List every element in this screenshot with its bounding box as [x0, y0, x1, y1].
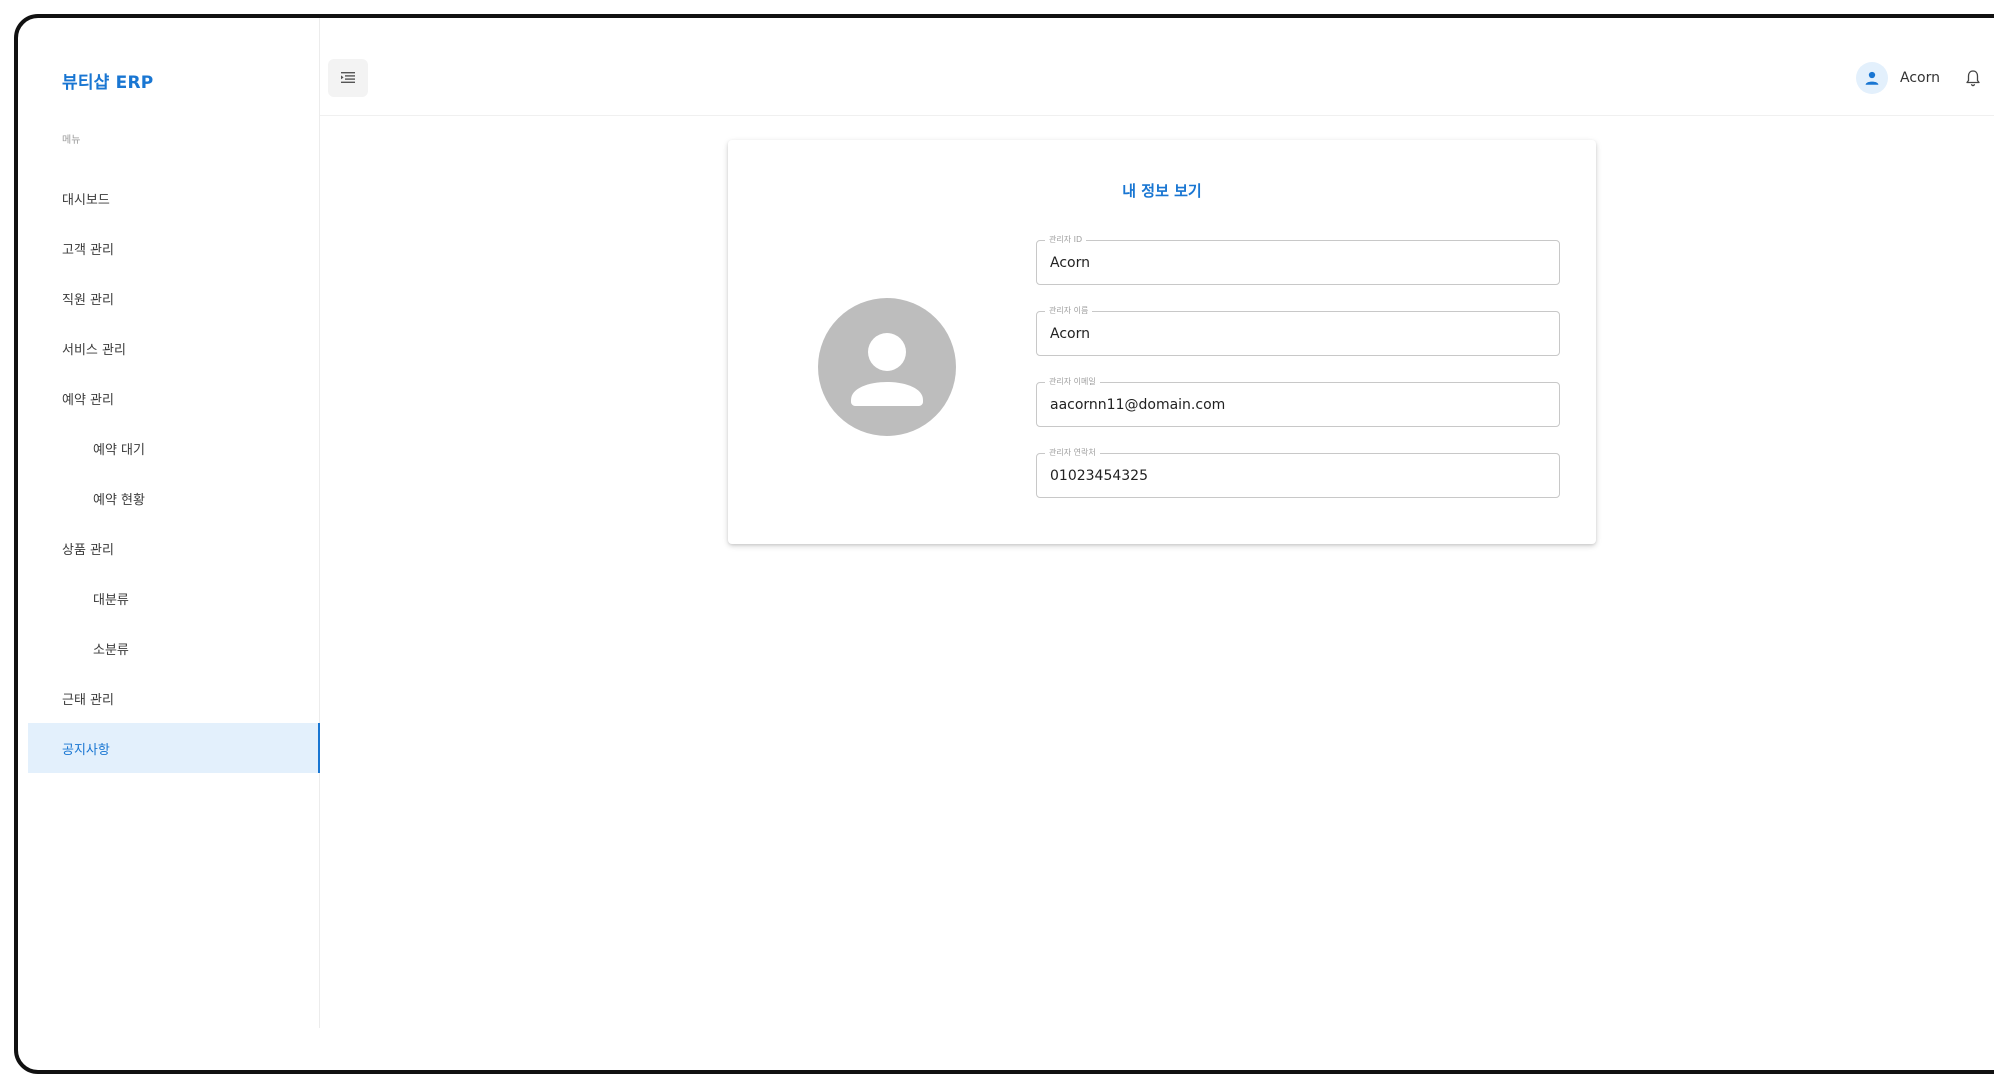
user-icon [851, 333, 923, 406]
sidebar-item-dashboard[interactable]: 대시보드 [28, 173, 320, 223]
notification-button[interactable] [1962, 67, 1984, 89]
sidebar-item-label: 대분류 [93, 592, 129, 608]
admin-phone-value: 01023454325 [1050, 467, 1148, 484]
sidebar-item-reservations[interactable]: 예약 관리 [28, 373, 320, 423]
admin-email-field[interactable]: 관리자 이메일 aacornn11@domain.com [1036, 376, 1560, 427]
sidebar-item-customers[interactable]: 고객 관리 [28, 223, 320, 273]
sidebar-item-notices[interactable]: 공지사항 [28, 723, 320, 773]
sidebar-item-label: 상품 관리 [62, 542, 114, 558]
sidebar-item-attendance[interactable]: 근태 관리 [28, 673, 320, 723]
sidebar-subitem-reservation-waiting[interactable]: 예약 대기 [28, 423, 320, 473]
sidebar-item-products[interactable]: 상품 관리 [28, 523, 320, 573]
top-header: Acorn [320, 18, 1994, 116]
menu-caption: 메뉴 [62, 135, 81, 146]
bell-icon [1966, 70, 1980, 87]
sidebar-item-services[interactable]: 서비스 관리 [28, 323, 320, 373]
user-name: Acorn [1900, 70, 1940, 86]
sidebar-subitem-reservation-status[interactable]: 예약 현황 [28, 473, 320, 523]
admin-id-value: Acorn [1050, 254, 1090, 271]
admin-phone-field[interactable]: 관리자 연락처 01023454325 [1036, 447, 1560, 498]
sidebar-item-label: 예약 현황 [93, 492, 145, 508]
profile-card: 내 정보 보기 관리자 ID Acorn 관리자 이름 Acorn 관리자 이메… [728, 140, 1596, 544]
sidebar-item-label: 직원 관리 [62, 292, 114, 308]
brand-logo-text[interactable]: 뷰티샵 ERP [62, 68, 153, 93]
page-title: 내 정보 보기 [1122, 182, 1202, 200]
sidebar-item-label: 공지사항 [62, 742, 110, 758]
sidebar-item-label: 근태 관리 [62, 692, 114, 708]
sidebar-subitem-major-category[interactable]: 대분류 [28, 573, 320, 623]
menu-fold-icon [341, 72, 355, 83]
admin-name-field[interactable]: 관리자 이름 Acorn [1036, 305, 1560, 356]
user-icon [1865, 71, 1879, 85]
sidebar-subitem-minor-category[interactable]: 소분류 [28, 623, 320, 673]
admin-name-value: Acorn [1050, 325, 1090, 342]
user-menu[interactable]: Acorn [1856, 62, 1940, 94]
sidebar-nav: 대시보드 고객 관리 직원 관리 서비스 관리 예약 관리 예약 대기 예약 현… [28, 173, 320, 773]
sidebar-item-label: 예약 대기 [93, 442, 145, 458]
admin-email-value: aacornn11@domain.com [1050, 396, 1226, 413]
sidebar-item-label: 고객 관리 [62, 242, 114, 258]
avatar [1856, 62, 1888, 94]
sidebar: 뷰티샵 ERP 메뉴 대시보드 고객 관리 직원 관리 서비스 관리 예약 관리… [28, 18, 320, 1028]
menu-toggle-button[interactable] [328, 59, 368, 97]
profile-avatar [818, 298, 956, 436]
sidebar-item-label: 대시보드 [62, 192, 110, 208]
sidebar-item-label: 서비스 관리 [62, 342, 126, 358]
admin-id-field[interactable]: 관리자 ID Acorn [1036, 234, 1560, 285]
sidebar-item-staff[interactable]: 직원 관리 [28, 273, 320, 323]
sidebar-item-label: 소분류 [93, 642, 129, 658]
sidebar-item-label: 예약 관리 [62, 392, 114, 408]
app-window: 뷰티샵 ERP 메뉴 대시보드 고객 관리 직원 관리 서비스 관리 예약 관리… [14, 14, 1994, 1074]
